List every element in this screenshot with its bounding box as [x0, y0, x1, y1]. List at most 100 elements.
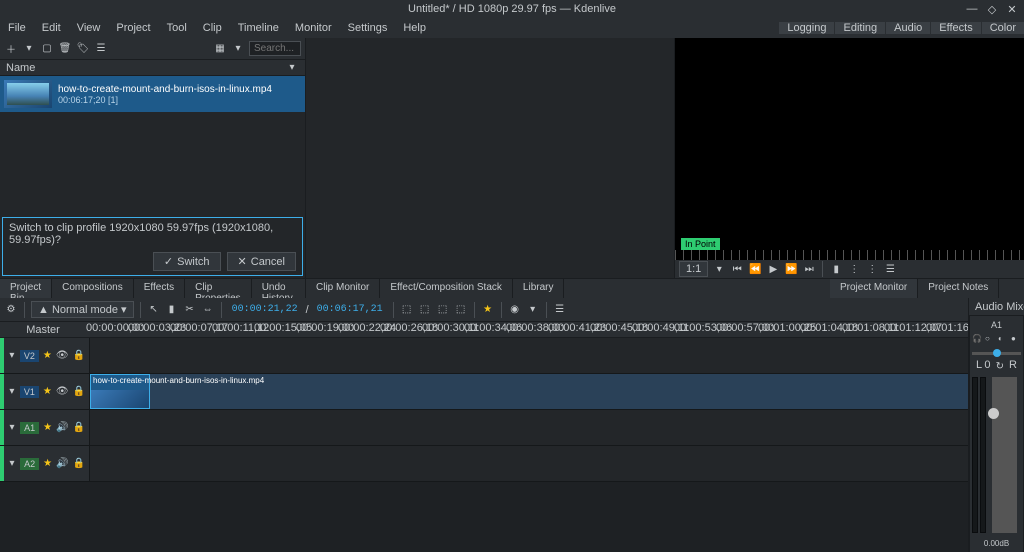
chevron-down-icon[interactable]: ▾ [285, 61, 299, 75]
menu-help[interactable]: Help [395, 22, 434, 34]
track-label[interactable]: V1 [20, 386, 39, 398]
forward-icon[interactable]: ⏩ [784, 262, 798, 276]
rewind-start-icon[interactable]: ⏮ [730, 262, 744, 276]
menu-settings[interactable]: Settings [340, 22, 396, 34]
menu-edit[interactable]: Edit [34, 22, 69, 34]
minimize-icon[interactable]: — [966, 3, 978, 15]
star-icon[interactable]: ★ [43, 422, 52, 433]
mute-icon[interactable]: ○ [985, 334, 995, 344]
mute-icon[interactable]: 👁 [56, 349, 69, 363]
collapse-icon[interactable]: ▾ [8, 349, 16, 363]
delete-icon[interactable]: 🗑 [58, 42, 72, 56]
db-value[interactable]: 0.00dB [984, 539, 1009, 548]
reset-icon[interactable]: ↻ [993, 359, 1007, 373]
chevron-down-icon[interactable]: ▾ [526, 303, 540, 317]
track-body[interactable]: how-to-create-mount-and-burn-isos-in-lin… [90, 374, 968, 409]
tag-icon[interactable]: 🏷 [76, 42, 90, 56]
solo-icon[interactable]: ◐ [998, 334, 1008, 344]
favorite-icon[interactable]: ★ [481, 303, 495, 317]
name-column[interactable]: Name [6, 62, 35, 74]
star-icon[interactable]: ★ [43, 350, 52, 361]
spacer-icon[interactable]: ⇔ [201, 303, 215, 317]
chevron-down-icon[interactable]: ▾ [712, 262, 726, 276]
lock-icon[interactable]: 🔒 [73, 385, 85, 399]
view-icon[interactable]: ▦ [213, 42, 227, 56]
track-label[interactable]: A2 [20, 458, 39, 470]
timeline-ruler[interactable]: Master 00:00:00,0000:00:03,2300:00:07,17… [0, 322, 968, 338]
rec-icon[interactable]: ● [1011, 334, 1021, 344]
tab-undo-history[interactable]: Undo History [252, 279, 306, 298]
maximize-icon[interactable]: ◇ [986, 3, 998, 15]
tab-project-notes[interactable]: Project Notes [918, 279, 999, 298]
volume-slider[interactable] [992, 377, 1017, 533]
snap-icon[interactable]: ⬚ [436, 303, 450, 317]
tab-effects[interactable]: Effects [134, 279, 185, 298]
menu-clip[interactable]: Clip [195, 22, 230, 34]
tab-project-monitor[interactable]: Project Monitor [830, 279, 918, 298]
add-clip-icon[interactable]: ＋ [4, 42, 18, 56]
snap-icon[interactable]: ⬚ [454, 303, 468, 317]
star-icon[interactable]: ★ [43, 458, 52, 469]
tab-library[interactable]: Library [513, 279, 565, 298]
zoom-select[interactable]: 1:1 [679, 261, 708, 277]
search-input[interactable] [249, 41, 301, 56]
collapse-icon[interactable]: ▾ [8, 385, 16, 399]
track-body[interactable] [90, 410, 968, 445]
project-monitor[interactable]: In Point 1:1 ▾ ⏮ ⏪ ▶ ⏩ ⏭ ▮ ⋮ ⋮ ☰ [674, 38, 1024, 278]
workspace-audio[interactable]: Audio [885, 22, 930, 34]
monitor-ruler[interactable] [675, 250, 1024, 260]
volume-icon[interactable]: 🔊 [56, 457, 68, 471]
menu-file[interactable]: File [0, 22, 34, 34]
menu-icon[interactable]: ☰ [553, 303, 567, 317]
menu-icon[interactable]: ☰ [94, 42, 108, 56]
workspace-editing[interactable]: Editing [834, 22, 885, 34]
tab-clip-properties[interactable]: Clip Properties [185, 279, 252, 298]
workspace-logging[interactable]: Logging [778, 22, 834, 34]
razor-icon[interactable]: ▮ [165, 303, 179, 317]
tab-compositions[interactable]: Compositions [52, 279, 134, 298]
chevron-down-icon[interactable]: ▾ [231, 42, 245, 56]
clip-item[interactable]: how-to-create-mount-and-burn-isos-in-lin… [0, 76, 305, 112]
workspace-color[interactable]: Color [981, 22, 1024, 34]
collapse-icon[interactable]: ▾ [8, 457, 16, 471]
forward-end-icon[interactable]: ⏭ [802, 262, 816, 276]
cancel-button[interactable]: ✕Cancel [227, 252, 296, 271]
tab-effect-stack[interactable]: Effect/Composition Stack [380, 279, 513, 298]
tab-project-bin[interactable]: Project Bin [0, 279, 52, 298]
lock-icon[interactable]: 🔒 [73, 421, 85, 435]
snap-icon[interactable]: ⬚ [418, 303, 432, 317]
lock-icon[interactable]: 🔒 [73, 457, 85, 471]
timeline-clip[interactable]: how-to-create-mount-and-burn-isos-in-lin… [90, 374, 150, 409]
mode-select[interactable]: ▲ Normal mode ▾ [31, 301, 134, 318]
star-icon[interactable]: ★ [43, 386, 52, 397]
more-icon[interactable]: ⋮ [847, 262, 861, 276]
pan-slider[interactable] [972, 352, 1021, 355]
in-point-marker[interactable]: In Point [681, 238, 720, 250]
snap-icon[interactable]: ⬚ [400, 303, 414, 317]
more-icon[interactable]: ⋮ [865, 262, 879, 276]
play-icon[interactable]: ▶ [766, 262, 780, 276]
track-label[interactable]: A1 [20, 422, 39, 434]
volume-icon[interactable]: 🔊 [56, 421, 68, 435]
pointer-icon[interactable]: ↖ [147, 303, 161, 317]
rewind-icon[interactable]: ⏪ [748, 262, 762, 276]
track-body[interactable] [90, 338, 968, 373]
folder-icon[interactable]: ▢ [40, 42, 54, 56]
mute-icon[interactable]: 👁 [56, 385, 69, 399]
workspace-effects[interactable]: Effects [930, 22, 980, 34]
switch-button[interactable]: ✓Switch [153, 252, 221, 271]
gear-icon[interactable]: ⚙ [4, 303, 18, 317]
lock-icon[interactable]: 🔒 [73, 349, 85, 363]
menu-timeline[interactable]: Timeline [230, 22, 287, 34]
menu-project[interactable]: Project [108, 22, 158, 34]
headphone-icon[interactable]: 🎧 [972, 334, 982, 344]
chevron-down-icon[interactable]: ▾ [22, 42, 36, 56]
menu-view[interactable]: View [69, 22, 109, 34]
tab-clip-monitor[interactable]: Clip Monitor [306, 279, 380, 298]
marker-icon[interactable]: ▮ [829, 262, 843, 276]
menu-tool[interactable]: Tool [159, 22, 195, 34]
menu-icon[interactable]: ☰ [883, 262, 897, 276]
track-body[interactable] [90, 446, 968, 481]
cut-icon[interactable]: ✂ [183, 303, 197, 317]
collapse-icon[interactable]: ▾ [8, 421, 16, 435]
